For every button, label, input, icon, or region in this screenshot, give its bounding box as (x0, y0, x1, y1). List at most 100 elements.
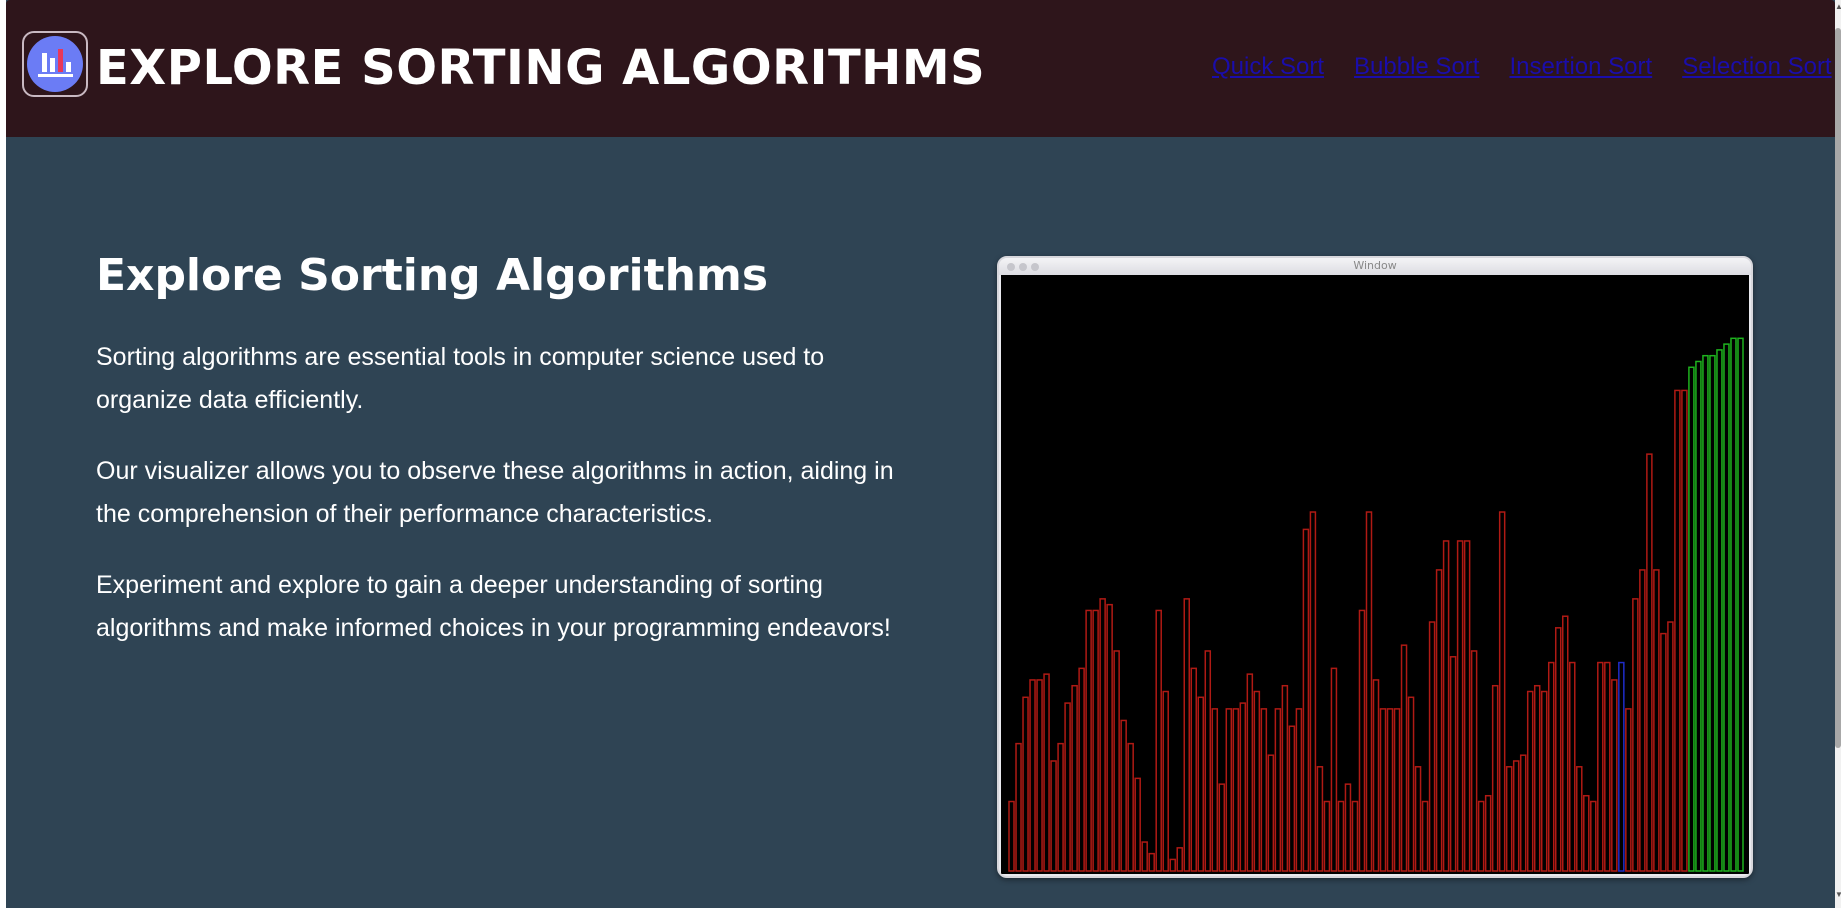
sort-bar (1428, 621, 1436, 872)
sort-bar (1435, 569, 1443, 872)
sort-bar (1414, 766, 1422, 872)
sort-bar (1204, 650, 1212, 872)
sort-bar (1477, 800, 1485, 872)
sort-bar (1421, 800, 1429, 872)
sort-bar (1330, 667, 1338, 872)
sort-bar (1225, 708, 1233, 872)
sort-bar (1547, 661, 1555, 872)
sort-bar (1393, 708, 1401, 872)
sort-bar (1358, 609, 1366, 872)
sort-bar (1695, 360, 1702, 872)
sort-bar (1232, 708, 1240, 872)
sort-bar (1211, 708, 1219, 872)
sort-bar (1022, 696, 1029, 872)
sort-bar (1127, 742, 1134, 872)
sort-bar (1134, 777, 1141, 872)
scroll-thumb[interactable] (1835, 28, 1841, 748)
sort-bar (1106, 603, 1113, 872)
sort-bar (1386, 708, 1394, 872)
sort-bar (1246, 673, 1254, 872)
sort-bar (1646, 453, 1653, 872)
sort-bar (1253, 690, 1261, 872)
sort-bar (1316, 766, 1324, 872)
sort-bar (1099, 598, 1106, 872)
sort-bar (1176, 847, 1183, 872)
sort-bar (1512, 760, 1520, 872)
sort-bar (1036, 679, 1043, 872)
sort-bar (1562, 615, 1569, 872)
sort-bar (1667, 621, 1674, 872)
sort-bar (1218, 783, 1226, 872)
page-scrollbar[interactable]: ▲ ▼ (1835, 0, 1841, 908)
intro-paragraph-2: Our visualizer allows you to observe the… (96, 457, 894, 528)
sort-bar (1078, 667, 1085, 872)
sort-bar (1660, 632, 1667, 872)
sort-bar (1085, 609, 1092, 872)
intro-paragraph-1: Sorting algorithms are essential tools i… (96, 343, 825, 414)
sort-bar (1491, 684, 1499, 872)
sort-bar (1337, 800, 1345, 872)
site-header: EXPLORE SORTING ALGORITHMS Quick Sort Bu… (6, 0, 1835, 137)
sort-bar (1197, 696, 1205, 872)
site-logo[interactable] (22, 31, 88, 97)
bar-chart-icon (27, 36, 83, 92)
sort-bar (1709, 354, 1716, 872)
sort-bar (1309, 511, 1317, 872)
sort-bar (1274, 708, 1282, 872)
sort-bar (1120, 719, 1127, 872)
sort-bar (1470, 650, 1478, 872)
sort-bar (1113, 650, 1120, 872)
sort-bar (1639, 569, 1646, 872)
visualizer-titlebar: Window (999, 258, 1751, 275)
sort-bar (1071, 684, 1078, 872)
sort-bar (1400, 644, 1408, 872)
sort-bar (1618, 661, 1625, 872)
sort-bar (1463, 540, 1471, 872)
sort-bar (1540, 690, 1548, 872)
sort-bar (1632, 598, 1639, 872)
sort-bar (1519, 754, 1527, 872)
sort-bar (1597, 661, 1604, 872)
nav-link-selection-sort[interactable]: Selection Sort (1682, 53, 1831, 81)
sort-bar (1484, 794, 1492, 872)
sort-bar (1583, 794, 1590, 872)
nav-link-bubble-sort[interactable]: Bubble Sort (1354, 53, 1479, 81)
sort-bar (1716, 349, 1723, 872)
page: EXPLORE SORTING ALGORITHMS Quick Sort Bu… (6, 0, 1835, 908)
sort-bar (1611, 679, 1618, 872)
sort-bar (1295, 708, 1303, 872)
sort-bar (1590, 800, 1597, 872)
scroll-up-arrow-icon[interactable]: ▲ (1835, 2, 1841, 16)
sort-bar (1505, 766, 1513, 872)
sort-bar (1681, 389, 1688, 872)
sort-bar (1239, 702, 1247, 872)
sort-bar (1625, 708, 1632, 872)
sort-bar (1064, 702, 1071, 872)
nav-link-insertion-sort[interactable]: Insertion Sort (1509, 53, 1652, 81)
sort-bar (1015, 742, 1022, 872)
sort-bar (1260, 708, 1268, 872)
sort-bar (1688, 366, 1695, 872)
sort-bar (1141, 841, 1148, 872)
visualizer-window: Window (997, 256, 1753, 878)
intro-paragraph-3: Experiment and explore to gain a deeper … (96, 571, 891, 642)
nav-link-quick-sort[interactable]: Quick Sort (1212, 53, 1324, 81)
sort-bar (1730, 337, 1737, 872)
sort-bar (1737, 337, 1744, 872)
sort-bar (1569, 661, 1576, 872)
sort-bar (1379, 708, 1387, 872)
hero-heading: Explore Sorting Algorithms (96, 250, 769, 301)
sort-bar (1351, 800, 1359, 872)
sort-bar (1449, 656, 1457, 872)
sorting-visualization-canvas (1001, 275, 1749, 874)
sort-bar (1533, 684, 1541, 872)
sort-bar (1057, 742, 1064, 872)
visualizer-window-title: Window (1353, 259, 1397, 272)
sort-bar (1155, 609, 1162, 872)
sort-bar (1442, 540, 1450, 872)
sort-bar (1372, 679, 1380, 872)
sort-bar (1162, 690, 1169, 872)
sort-bar (1008, 800, 1015, 872)
scroll-down-arrow-icon[interactable]: ▼ (1835, 890, 1841, 904)
sort-bar (1365, 511, 1373, 872)
